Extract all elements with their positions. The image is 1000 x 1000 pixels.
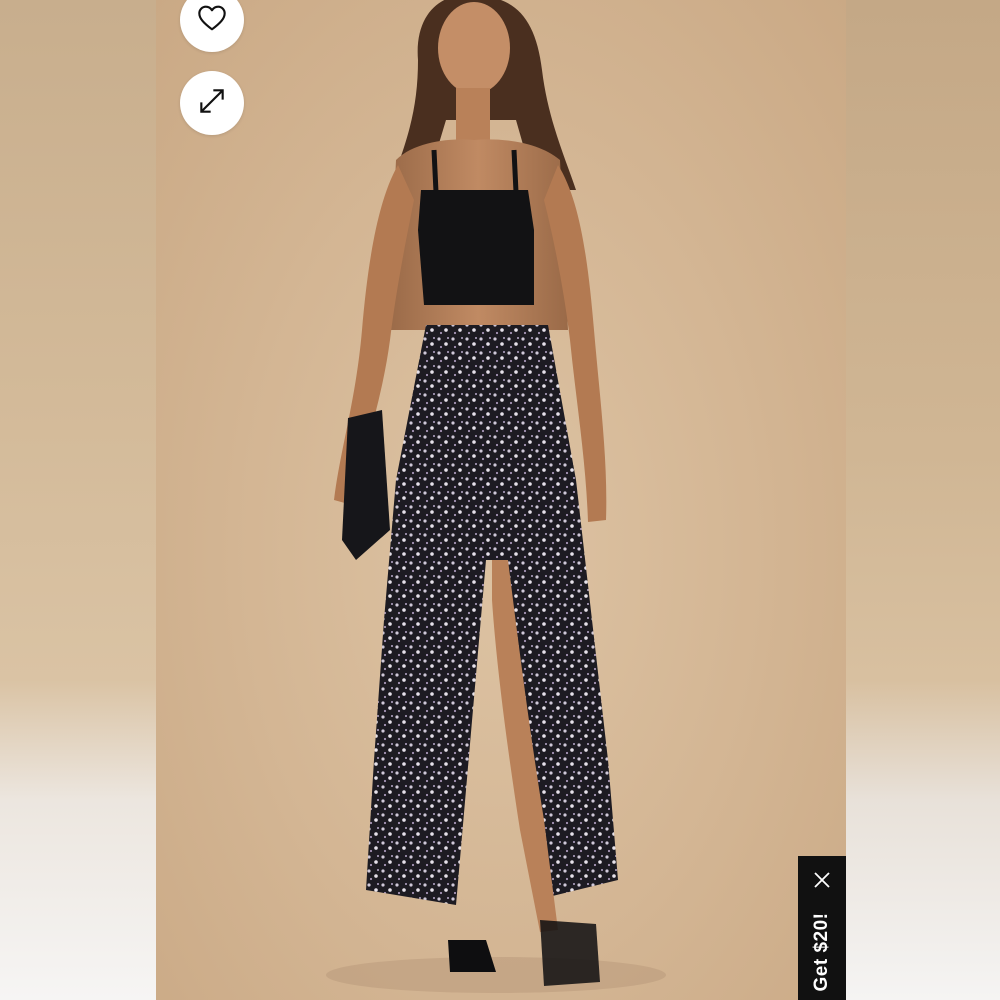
top-strap-right [511,149,519,193]
model-illustration [326,0,666,993]
close-x-icon[interactable] [810,868,834,892]
left-backdrop [0,0,156,1000]
promo-label: Get $20! [811,912,832,992]
right-sandal [540,920,600,986]
clutch-bag [342,410,390,560]
face [438,2,510,94]
product-photo [156,0,846,1000]
expand-arrows-icon [196,85,228,122]
promo-tab[interactable]: Get $20! [798,856,846,1000]
expand-button[interactable] [180,71,244,135]
floor-shadow [326,957,666,993]
crop-top [418,190,534,305]
right-backdrop [846,0,1000,1000]
neck [456,88,490,143]
top-strap-left [431,149,439,193]
heart-outline-icon [195,2,229,39]
left-sandal [448,940,496,972]
